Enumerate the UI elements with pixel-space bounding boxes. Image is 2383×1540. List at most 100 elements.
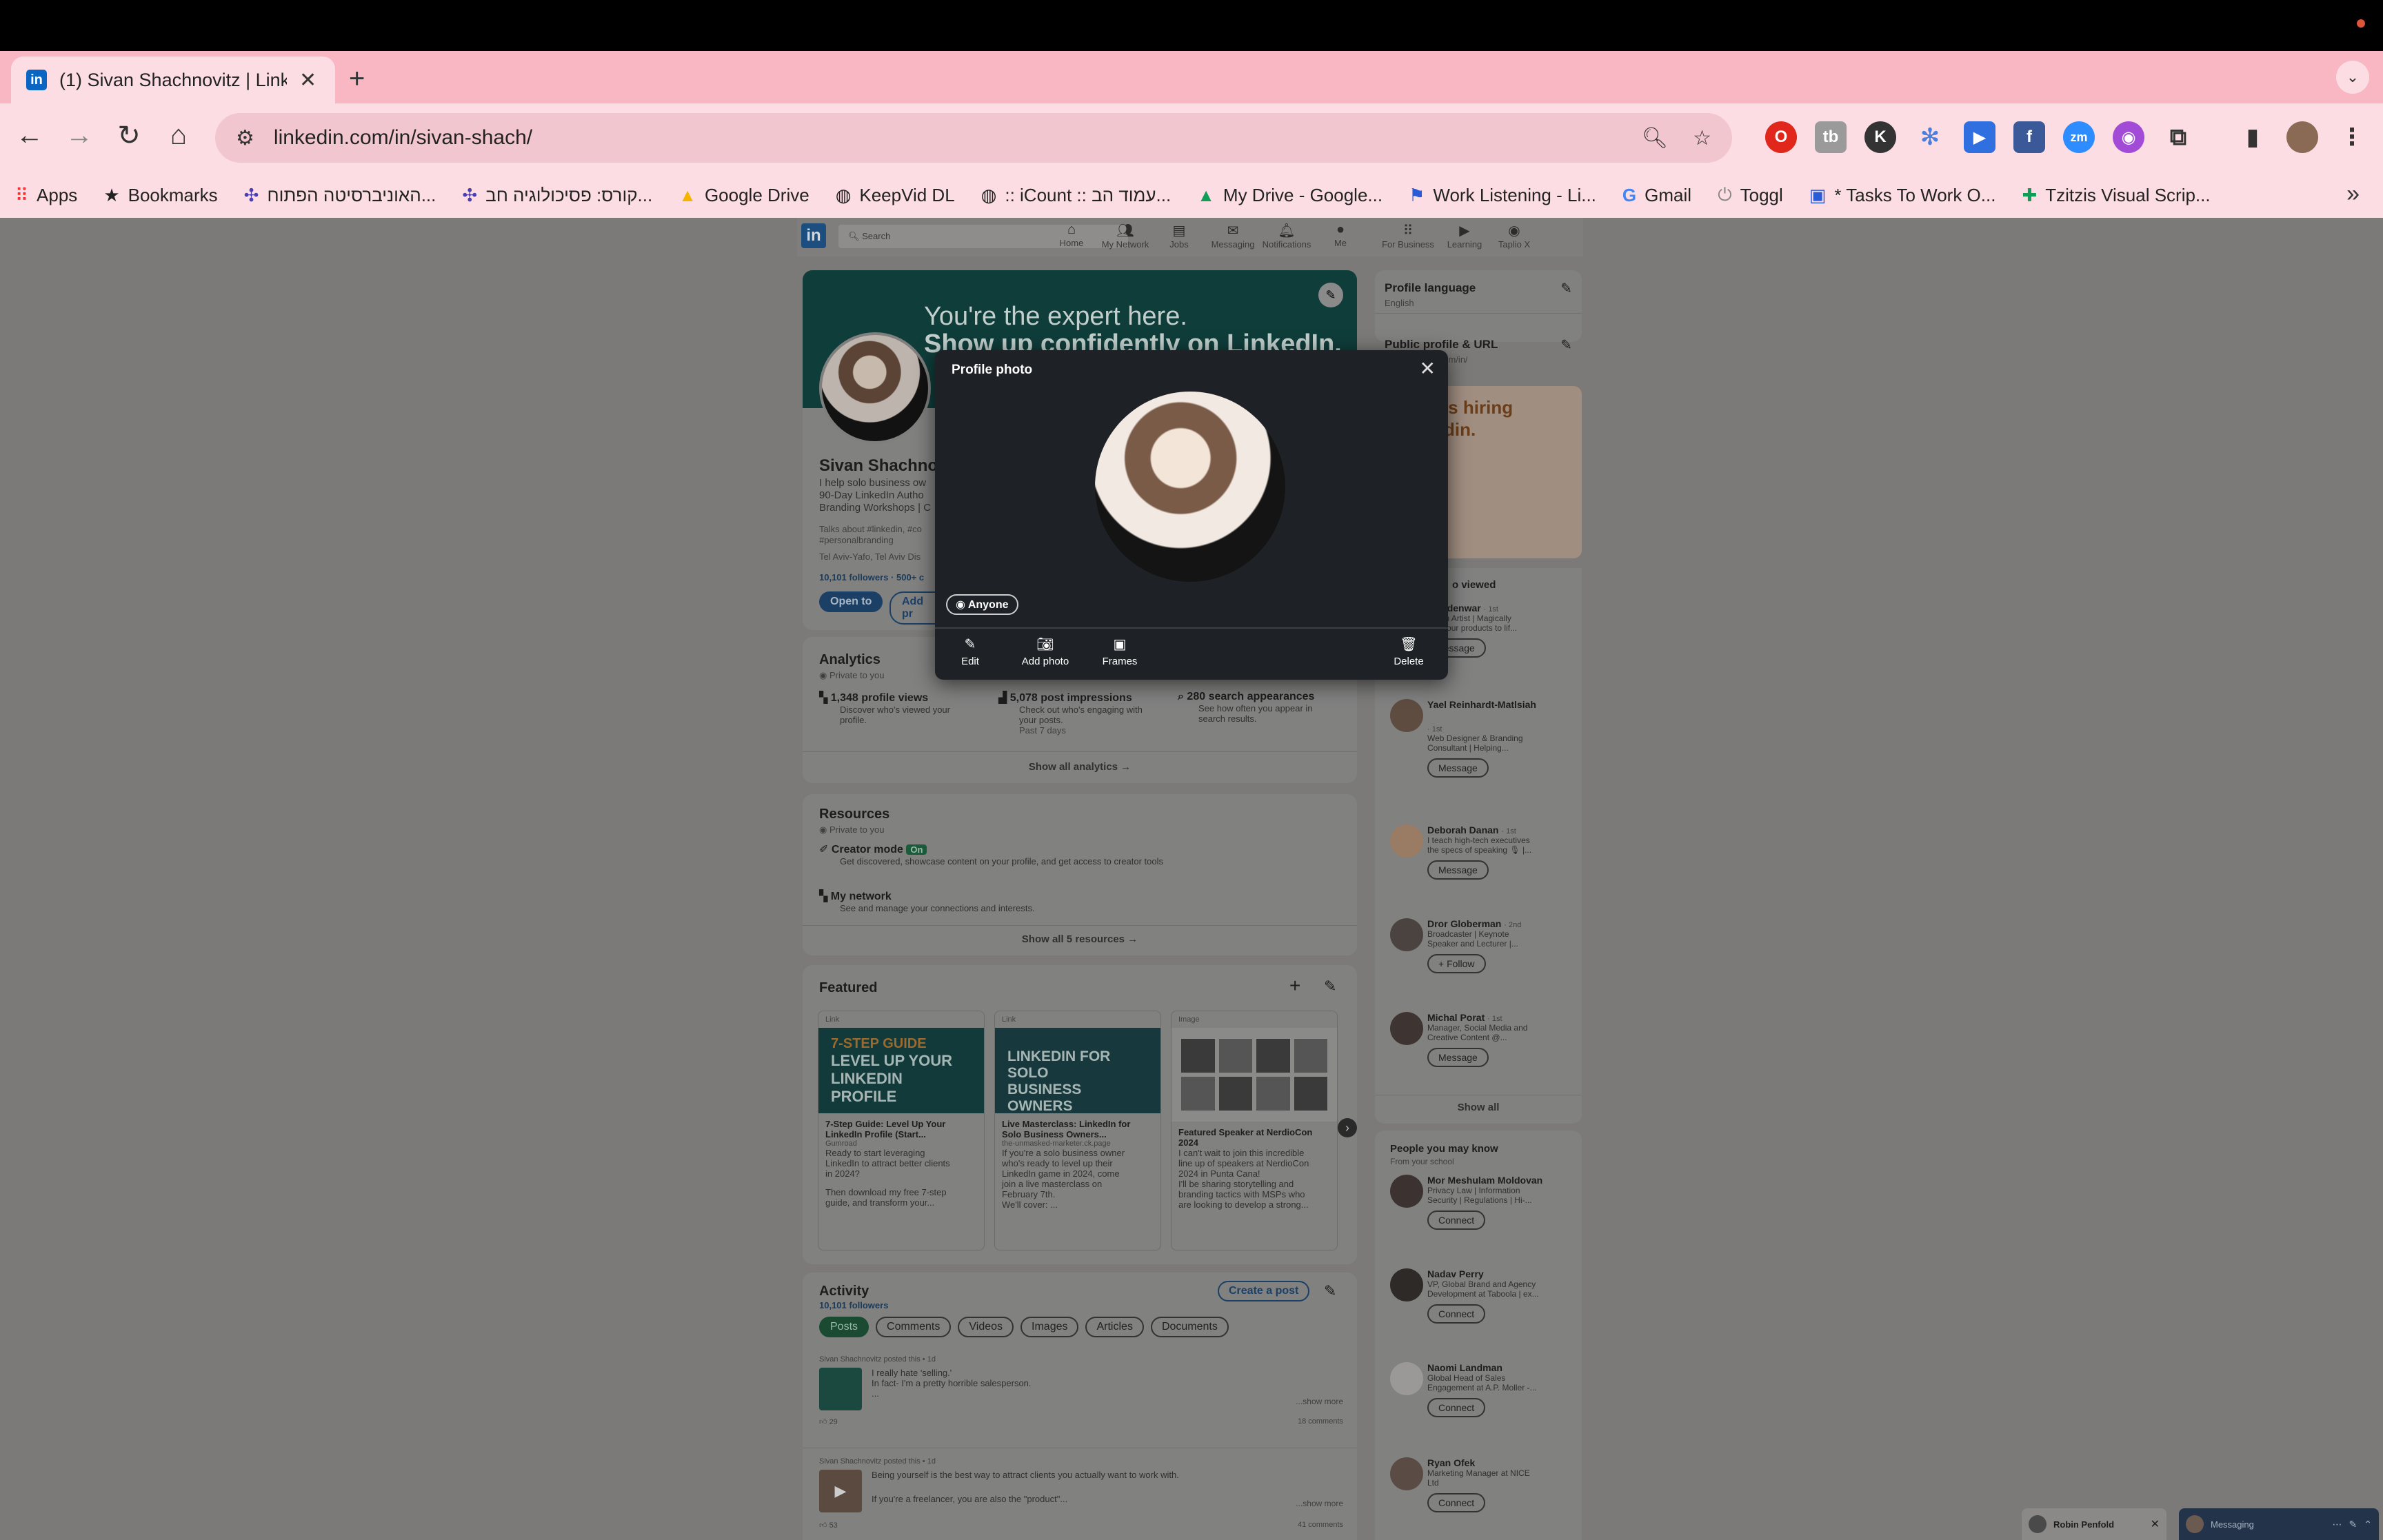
- facebook-extension-icon[interactable]: f: [2013, 121, 2045, 153]
- reload-button[interactable]: ↻: [112, 120, 146, 152]
- show-all-resources-link[interactable]: Show all 5 resources →: [803, 933, 1357, 945]
- connect-button[interactable]: Connect: [1427, 1398, 1486, 1417]
- messaging-bar[interactable]: Messaging ⋯ ✎ ⌃: [2179, 1508, 2379, 1540]
- tab-close-icon[interactable]: ✕: [299, 68, 316, 92]
- bookmark-work-listening[interactable]: ⚑ Work Listening - Li...: [1409, 185, 1596, 206]
- linkedin-logo[interactable]: in: [801, 223, 826, 248]
- avatar[interactable]: [1390, 1362, 1423, 1395]
- avatar[interactable]: [1390, 1012, 1423, 1045]
- message-button[interactable]: Message: [1427, 1048, 1489, 1067]
- back-button[interactable]: ←: [12, 120, 47, 151]
- bookmark-star-icon[interactable]: ☆: [1693, 126, 1711, 150]
- avatar[interactable]: [1390, 824, 1423, 858]
- compose-icon[interactable]: ✎: [2349, 1519, 2357, 1530]
- featured-item[interactable]: Link 7-STEP GUIDE LEVEL UP YOUR LINKEDIN…: [818, 1011, 985, 1250]
- close-chat-icon[interactable]: ✕: [2151, 1517, 2160, 1531]
- asterisk-extension-icon[interactable]: ✻: [1914, 121, 1946, 153]
- tab-posts[interactable]: Posts: [819, 1317, 869, 1337]
- bookmark-icount[interactable]: ◍:: iCount :: עמוד הב...: [981, 185, 1172, 206]
- forward-button[interactable]: →: [62, 120, 97, 151]
- viewer-item[interactable]: Yael Reinhardt-Matlsiah · 1st Web Design…: [1427, 699, 1579, 778]
- more-bookmarks-icon[interactable]: »: [2346, 181, 2360, 207]
- show-all-analytics-link[interactable]: Show all analytics →: [803, 761, 1357, 773]
- my-network-item[interactable]: ▚ My network See and manage your connect…: [819, 889, 1343, 913]
- avatar[interactable]: [1390, 1268, 1423, 1301]
- edit-activity-icon[interactable]: ✎: [1324, 1282, 1336, 1300]
- nav-learning[interactable]: ▶ Learning: [1437, 222, 1492, 250]
- edit-featured-icon[interactable]: ✎: [1324, 977, 1336, 995]
- new-tab-button[interactable]: +: [349, 63, 365, 94]
- nav-me[interactable]: ● Me: [1313, 222, 1368, 248]
- connect-button[interactable]: Connect: [1427, 1304, 1486, 1324]
- edit-banner-icon[interactable]: ✎: [1318, 283, 1343, 307]
- avatar[interactable]: [1390, 1457, 1423, 1490]
- chevron-up-icon[interactable]: ⌃: [2364, 1519, 2372, 1530]
- show-more-link[interactable]: ...show more: [1296, 1499, 1343, 1508]
- add-featured-icon[interactable]: +: [1289, 975, 1300, 997]
- analytics-post-impressions[interactable]: ▟ 5,078 post impressions Check out who's…: [998, 691, 1171, 736]
- avatar[interactable]: [1390, 918, 1423, 951]
- site-settings-icon[interactable]: ⚙: [236, 126, 254, 150]
- bookmark-apps[interactable]: ⠿ Apps: [15, 185, 77, 206]
- featured-item[interactable]: Link LINKEDIN FOR SOLO BUSINESS OWNERS L…: [994, 1011, 1161, 1250]
- open-to-button[interactable]: Open to: [819, 591, 883, 612]
- viewer-item[interactable]: Dror Globerman · 2nd Broadcaster | Keyno…: [1427, 918, 1579, 973]
- k-extension-icon[interactable]: K: [1864, 121, 1896, 153]
- viewer-item[interactable]: Deborah Danan · 1st I teach high-tech ex…: [1427, 824, 1579, 880]
- chat-window-bar[interactable]: Robin Penfold ✕: [2022, 1508, 2166, 1540]
- connect-button[interactable]: Connect: [1427, 1493, 1486, 1512]
- carousel-next-button[interactable]: ›: [1338, 1118, 1357, 1137]
- bookmark-google-drive[interactable]: ▲ Google Drive: [678, 185, 809, 206]
- edit-language-icon[interactable]: ✎: [1560, 280, 1572, 297]
- nav-my-network[interactable]: 👥︎ My Network: [1098, 222, 1153, 250]
- tab-videos[interactable]: Videos: [958, 1317, 1014, 1337]
- bookmark-bookmarks[interactable]: ★ Bookmarks: [103, 185, 217, 206]
- bookmark-tzitzis[interactable]: ✚ Tzitzis Visual Scrip...: [2022, 185, 2210, 206]
- suggestion-item[interactable]: Nadav Perry VP, Global Brand and Agency …: [1427, 1268, 1579, 1324]
- bookmark-my-drive[interactable]: ▲ My Drive - Google...: [1197, 185, 1382, 206]
- nav-notifications[interactable]: 🔔︎ Notifications: [1259, 222, 1314, 250]
- bookmark-keepvid[interactable]: ◍ KeepVid DL: [836, 185, 955, 206]
- nav-jobs[interactable]: ▤ Jobs: [1152, 222, 1207, 250]
- avatar[interactable]: [1390, 699, 1423, 732]
- tb-extension-icon[interactable]: tb: [1815, 121, 1847, 153]
- nav-messaging[interactable]: ✉ Messaging: [1205, 222, 1260, 250]
- show-more-link[interactable]: ...show more: [1296, 1397, 1343, 1406]
- delete-photo-button[interactable]: 🗑︎ Delete: [1385, 636, 1433, 667]
- purple-extension-icon[interactable]: ◉: [2113, 121, 2144, 153]
- analytics-profile-views[interactable]: ▚ 1,348 profile views Discover who's vie…: [819, 691, 985, 725]
- connect-button[interactable]: Connect: [1427, 1210, 1486, 1230]
- edit-url-icon[interactable]: ✎: [1560, 336, 1572, 354]
- address-bar[interactable]: ⚙ linkedin.com/in/sivan-shach/ 🔍︎ ☆: [215, 113, 1732, 163]
- tab-search-button[interactable]: ⌄: [2336, 61, 2369, 94]
- bookmark-tasks[interactable]: ▣ * Tasks To Work O...: [1809, 185, 1996, 206]
- featured-item[interactable]: Image Featured Speaker at NerdioCon 2024…: [1171, 1011, 1338, 1250]
- nav-home[interactable]: ⌂ Home: [1044, 222, 1099, 248]
- extensions-puzzle-icon[interactable]: ⧉: [2162, 121, 2194, 153]
- nav-for-business[interactable]: ⠿ For Business: [1380, 222, 1436, 250]
- home-button[interactable]: ⌂: [161, 120, 196, 151]
- suggestion-item[interactable]: Ryan Ofek Marketing Manager at NICE Ltd …: [1427, 1457, 1579, 1512]
- profile-followers-link[interactable]: 10,101 followers · 500+ c: [819, 572, 924, 582]
- activity-post[interactable]: Sivan Shachnovitz posted this • 1d I rea…: [819, 1355, 1343, 1426]
- message-button[interactable]: Message: [1427, 758, 1489, 778]
- creator-mode-item[interactable]: ✐ Creator mode On Get discovered, showca…: [819, 842, 1343, 867]
- create-post-button[interactable]: Create a post: [1218, 1281, 1310, 1301]
- frames-button[interactable]: ▣ Frames: [1092, 636, 1147, 667]
- profile-avatar[interactable]: [2286, 121, 2318, 153]
- suggestion-item[interactable]: Mor Meshulam Moldovan Privacy Law | Info…: [1427, 1175, 1579, 1230]
- follow-button[interactable]: + Follow: [1427, 954, 1486, 973]
- show-all-viewers-link[interactable]: Show all: [1375, 1102, 1582, 1113]
- sidebar-ad[interactable]: 's hiring din.: [1444, 386, 1582, 558]
- tab-images[interactable]: Images: [1020, 1317, 1079, 1337]
- browser-menu-icon[interactable]: ⋮: [2336, 121, 2368, 153]
- visibility-button[interactable]: ◉ Anyone: [946, 594, 1018, 615]
- activity-followers[interactable]: 10,101 followers: [819, 1300, 888, 1310]
- profile-avatar[interactable]: [819, 332, 931, 444]
- analytics-search-appearances[interactable]: ⌕ 280 search appearances See how often y…: [1178, 691, 1350, 724]
- opera-extension-icon[interactable]: O: [1765, 121, 1797, 153]
- tab-articles[interactable]: Articles: [1085, 1317, 1144, 1337]
- video-extension-icon[interactable]: ▶: [1964, 121, 1995, 153]
- tab-comments[interactable]: Comments: [876, 1317, 952, 1337]
- viewer-item[interactable]: Michal Porat · 1st Manager, Social Media…: [1427, 1012, 1579, 1067]
